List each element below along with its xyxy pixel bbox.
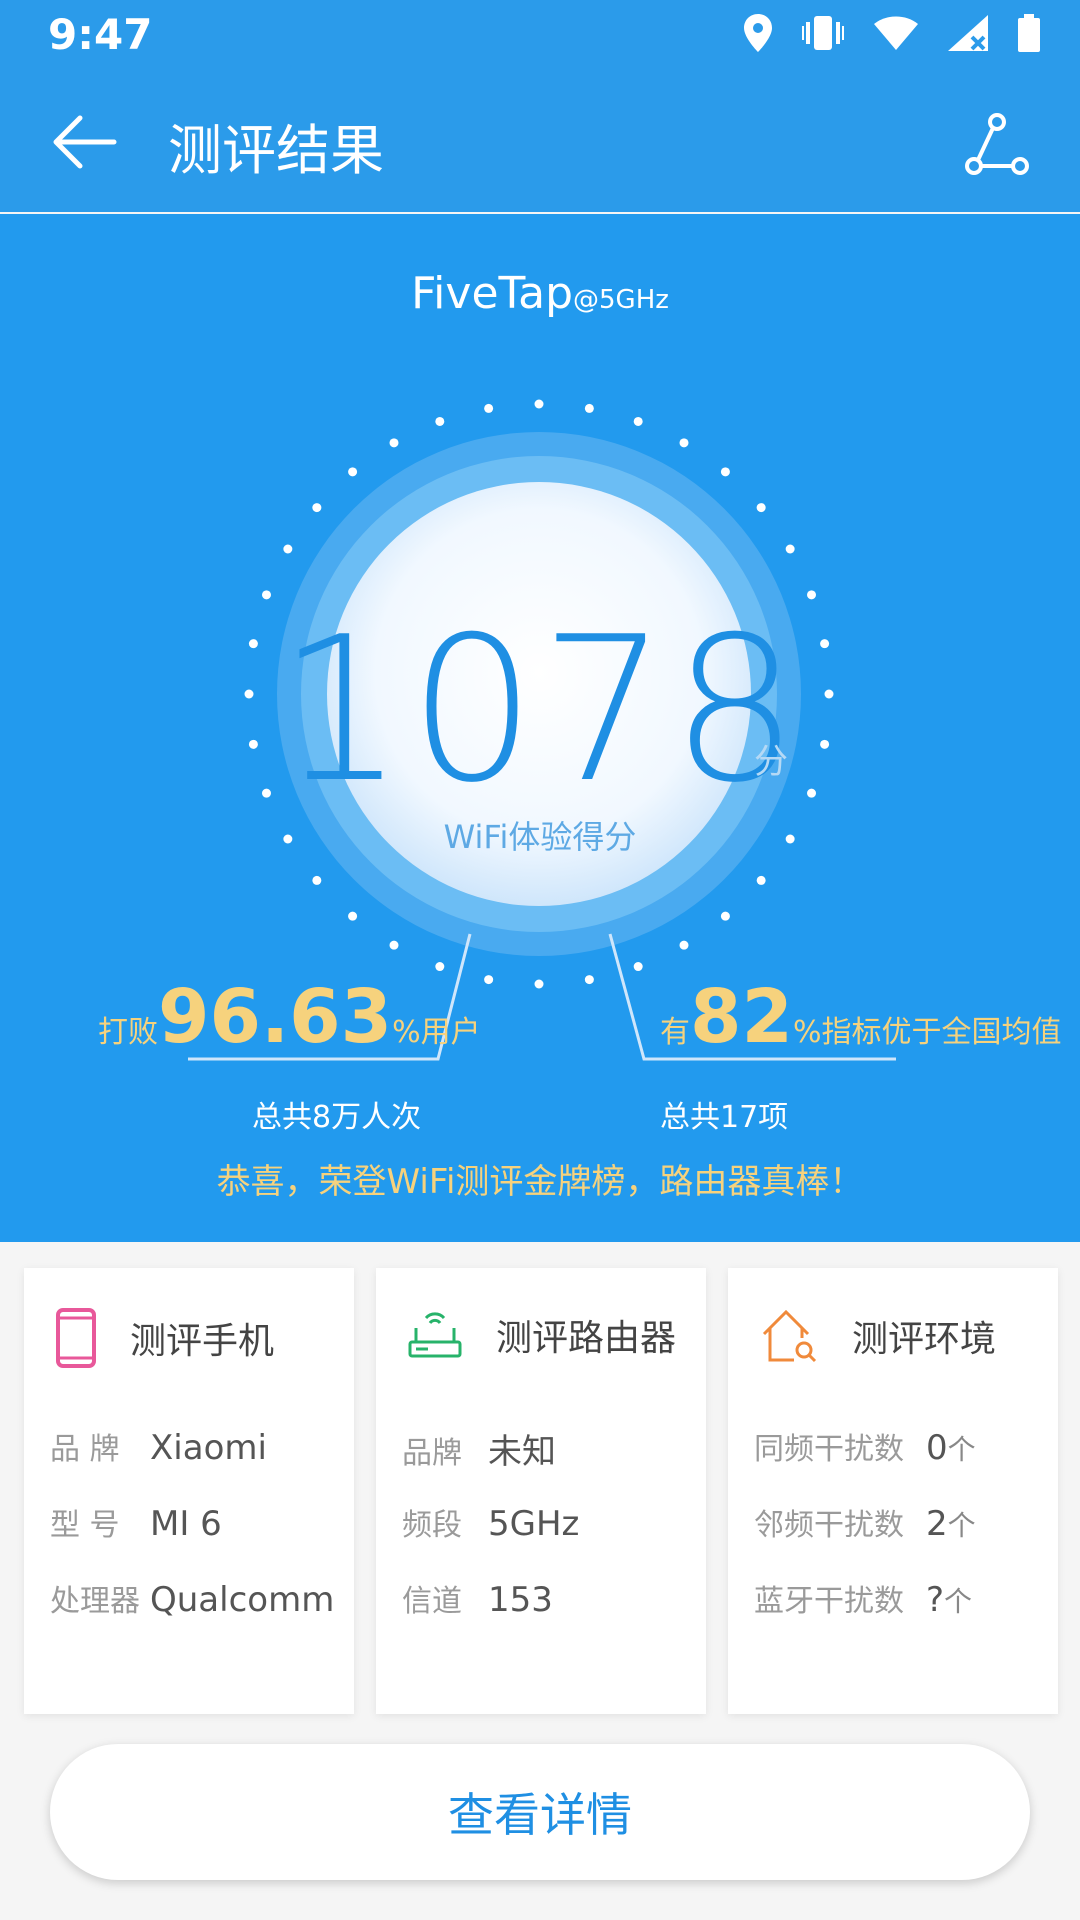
ring-dot [435, 416, 445, 426]
congrats-message: 恭喜，荣登WiFi测评金牌榜，路由器真棒！ [216, 1162, 864, 1202]
list-item: 蓝牙干扰数 ?个 [754, 1580, 973, 1620]
share-button[interactable] [964, 112, 1030, 178]
router-icon [408, 1312, 462, 1358]
ring-dot [312, 503, 322, 513]
ring-dot [584, 975, 594, 985]
app-bar: 测评结果 [0, 72, 1080, 212]
back-arrow-icon [53, 115, 117, 169]
phone-icon [56, 1308, 96, 1368]
info-cards: 测评手机 品 牌 Xiaomi 型 号 MI 6 处理器 Qualcomm 测评路由器… [24, 1268, 1058, 1714]
ring-dot [756, 503, 766, 513]
list-item: 邻频干扰数 2个 [754, 1504, 976, 1544]
router-card-title: 测评路由器 [496, 1318, 677, 1359]
score-label: WiFi体验得分 [443, 818, 637, 856]
phone-card: 测评手机 品 牌 Xiaomi 型 号 MI 6 处理器 Qualcomm [24, 1268, 354, 1714]
vibrate-icon [802, 16, 844, 54]
score-panel: FiveTap@5GHz 1078 分 WiFi体验得分 打败96.63%用户 … [0, 214, 1080, 1242]
ring-dot [348, 467, 358, 477]
environment-card: 测评环境 同频干扰数 0个 邻频干扰数 2个 蓝牙干扰数 ?个 [728, 1268, 1058, 1714]
ssid: FiveTap@5GHz [0, 268, 1080, 319]
signal-icon [948, 15, 988, 55]
ring-dot [534, 979, 544, 989]
ssid-band: @5GHz [573, 285, 669, 315]
ring-dot [389, 940, 399, 950]
phone-card-title: 测评手机 [130, 1321, 275, 1362]
list-item: 品 牌 Xiaomi [50, 1428, 267, 1468]
ring-dot [389, 438, 399, 448]
back-button[interactable] [50, 112, 120, 172]
ring-dot [484, 403, 494, 413]
ring-dot [720, 467, 730, 477]
ring-dot [534, 399, 544, 409]
better-value: 82 [690, 974, 793, 1060]
wifi-icon [874, 16, 918, 54]
ring-dot [679, 940, 689, 950]
ring-dot [679, 438, 689, 448]
ring-dot [633, 416, 643, 426]
ring-dot [584, 403, 594, 413]
score-value: 1078 [277, 594, 803, 827]
ring-dot [756, 875, 766, 885]
ring-dot [348, 911, 358, 921]
status-icons [744, 14, 1040, 56]
ring-dot [435, 962, 445, 972]
list-item: 处理器 Qualcomm [50, 1580, 335, 1620]
status-bar: 9:47 [0, 0, 1080, 72]
list-item: 品牌 未知 [402, 1432, 556, 1472]
beat-total: 总共8万人次 [252, 1100, 422, 1135]
list-item: 频段 5GHz [402, 1504, 580, 1544]
home-search-icon [762, 1309, 817, 1363]
ring-dot [785, 544, 795, 554]
location-icon [744, 14, 772, 56]
beat-users-stat: 打败96.63%用户 [98, 974, 481, 1060]
share-icon [965, 113, 1029, 175]
router-card: 测评路由器 品牌 未知 频段 5GHz 信道 153 [376, 1268, 706, 1714]
better-metrics-stat: 有82%指标优于全国均值 [660, 974, 1062, 1060]
better-total: 总共17项 [660, 1100, 789, 1135]
view-details-button[interactable]: 查看详情 [50, 1744, 1030, 1880]
ring-dot [484, 975, 494, 985]
ring-dot [312, 875, 322, 885]
battery-icon [1018, 14, 1040, 56]
status-time: 9:47 [48, 10, 153, 59]
list-item: 信道 153 [402, 1580, 553, 1620]
page-title: 测评结果 [168, 119, 384, 182]
ssid-name: FiveTap [411, 268, 574, 319]
ring-dot [720, 911, 730, 921]
beat-value: 96.63 [158, 974, 393, 1060]
list-item: 型 号 MI 6 [50, 1504, 222, 1544]
score-unit: 分 [754, 742, 788, 782]
ring-dot [633, 962, 643, 972]
list-item: 同频干扰数 0个 [754, 1428, 976, 1468]
environment-card-title: 测评环境 [852, 1319, 997, 1360]
ring-dot [283, 544, 293, 554]
